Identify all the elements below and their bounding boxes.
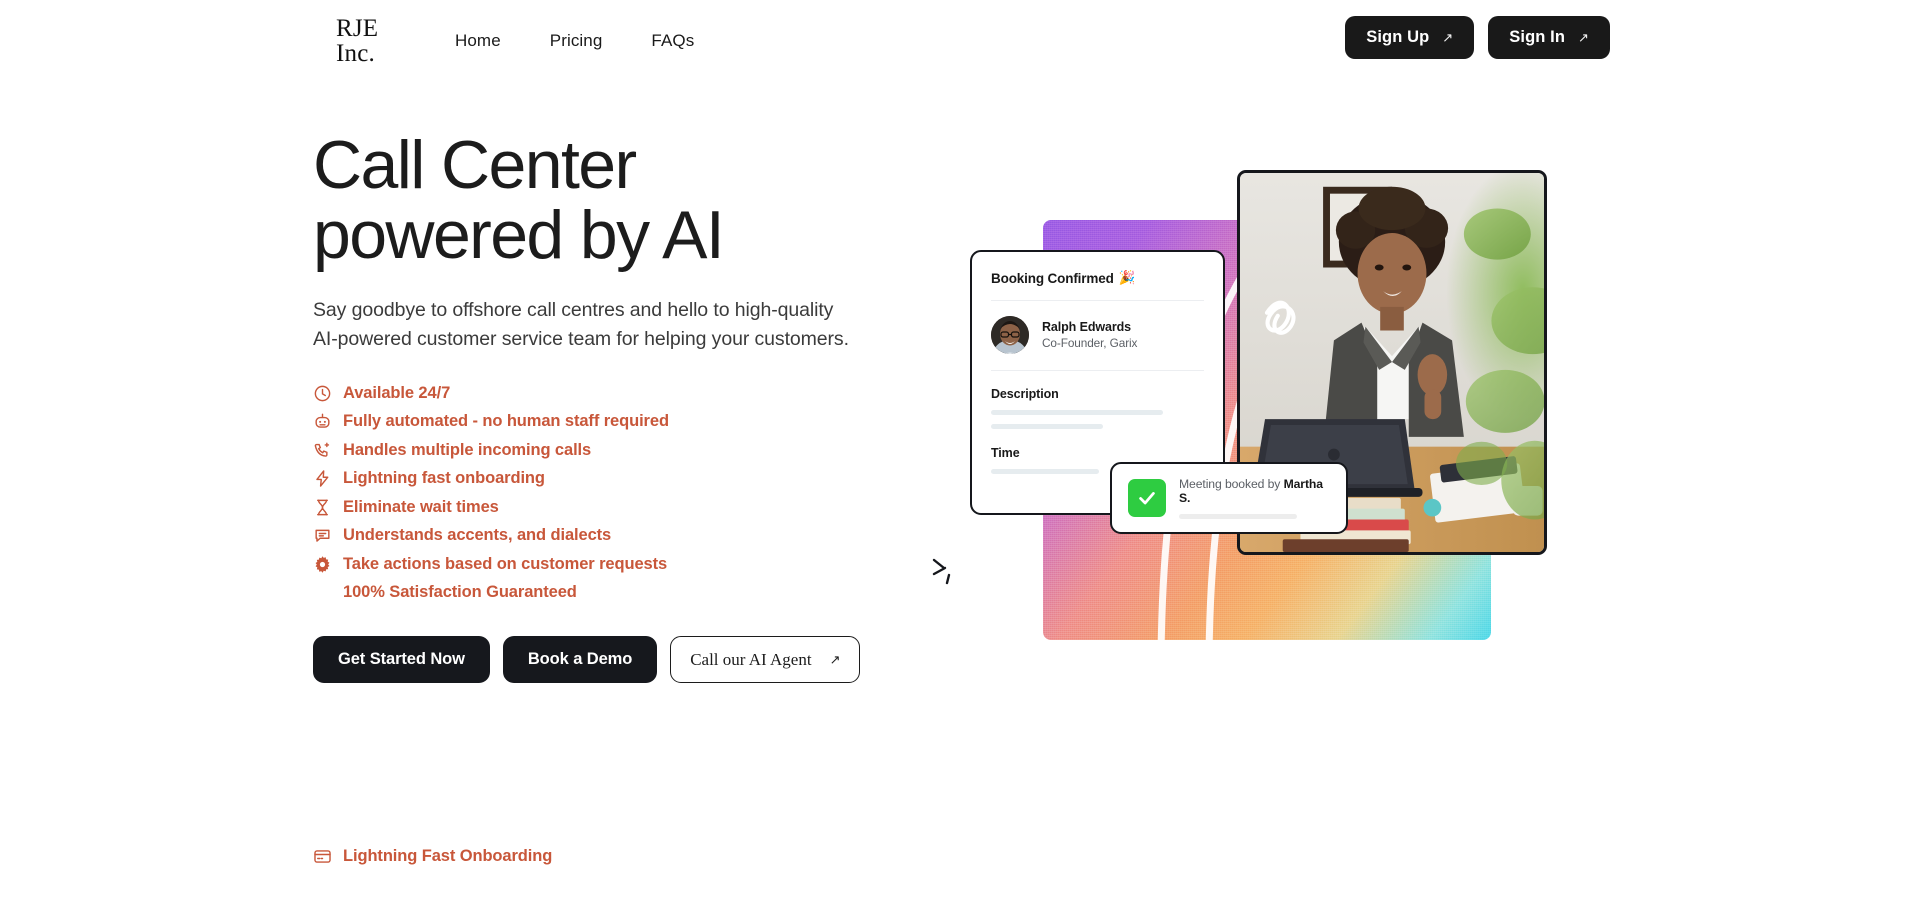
onboarding-strip-item[interactable]: Lightning Fast Onboarding [313,847,552,866]
avatar-photo [991,316,1029,354]
lightning-icon [313,469,332,488]
hourglass-icon [313,498,332,517]
divider [991,370,1204,371]
feature-item-accents-dialects: Understands accents, and dialects [313,522,953,551]
onboarding-strip-label: Lightning Fast Onboarding [343,847,553,865]
feature-label: Fully automated - no human staff require… [343,412,669,431]
sign-up-button[interactable]: Sign Up ↗ [1345,16,1475,59]
logo-line-1: RJE [336,15,379,42]
arrow-up-right-icon: ↗ [1442,29,1454,45]
hero-illustration: Booking Confirmed 🎉 Ralph Edwards Co-Fou… [932,170,1625,690]
meeting-booked-toast: Meeting booked by Martha S. [1110,462,1348,534]
hero-section: Call Center powered by AI Say goodbye to… [313,130,953,683]
booking-card-title: Booking Confirmed 🎉 [991,270,1204,286]
page-title: Call Center powered by AI [313,127,725,273]
nav-item-home[interactable]: Home [455,31,501,51]
book-a-demo-button[interactable]: Book a Demo [502,636,658,683]
feature-item-available-247: Available 24/7 [313,379,953,408]
booking-person: Ralph Edwards Co-Founder, Garix [991,316,1204,354]
feature-label: Handles multiple incoming calls [343,440,592,459]
arrow-up-right-icon: ↗ [1578,29,1589,45]
header-actions: Sign Up ↗ Sign In ↗ [1345,16,1610,59]
feature-item-satisfaction: 100% Satisfaction Guaranteed [313,579,953,608]
avatar [991,316,1029,354]
clock-icon [313,384,332,403]
time-label: Time [991,446,1020,460]
card-icon [313,847,332,866]
skeleton-line [1179,514,1297,519]
feature-label: 100% Satisfaction Guaranteed [343,583,577,602]
toast-message: Meeting booked by Martha S. [1179,477,1330,505]
booking-title-text: Booking Confirmed [991,270,1114,286]
brand-logo[interactable]: RJE Inc. [336,16,378,66]
logo-line-2: Inc. [336,40,375,67]
site-header: RJE Inc. Home Pricing FAQs Sign Up ↗ Sig… [0,0,1920,84]
sign-in-label: Sign In [1509,28,1565,46]
toast-prefix: Meeting booked by [1179,477,1284,491]
arrow-up-right-icon: ↗ [829,651,841,667]
cta-button-row: Get Started Now Book a Demo Call our AI … [313,636,953,683]
hero-subtitle: Say goodbye to offshore call centres and… [313,299,849,350]
sparkle-icon [932,558,951,585]
get-started-button[interactable]: Get Started Now [313,636,490,683]
check-icon [1128,479,1166,517]
nav-item-pricing[interactable]: Pricing [550,31,603,51]
feature-item-take-actions: Take actions based on customer requests [313,550,953,579]
feature-label: Take actions based on customer requests [343,554,668,573]
feature-label: Eliminate wait times [343,497,499,516]
call-ai-agent-label: Call our AI Agent [690,649,812,669]
main-navigation: Home Pricing FAQs [455,31,694,51]
feature-label: Understands accents, and dialects [343,526,612,545]
nav-item-faqs[interactable]: FAQs [651,31,694,51]
feature-item-fully-automated: Fully automated - no human staff require… [313,408,953,437]
feature-label: Lightning fast onboarding [343,469,545,488]
feature-label: Available 24/7 [343,383,451,402]
skeleton-line [991,410,1163,415]
person-role: Co-Founder, Garix [1042,336,1138,350]
skeleton-line [991,469,1099,474]
person-name: Ralph Edwards [1042,320,1131,334]
party-popper-icon: 🎉 [1118,270,1136,285]
feature-item-eliminate-wait: Eliminate wait times [313,493,953,522]
call-ai-agent-button[interactable]: Call our AI Agent ↗ [670,636,861,683]
feature-item-multiple-calls: Handles multiple incoming calls [313,436,953,465]
description-label: Description [991,387,1059,401]
skeleton-line [991,424,1103,429]
gear-icon [313,555,332,574]
sign-up-label: Sign Up [1366,28,1430,46]
chat-bubble-icon [313,526,332,545]
feature-item-fast-onboarding: Lightning fast onboarding [313,465,953,494]
divider [991,300,1204,301]
landing-page: RJE Inc. Home Pricing FAQs Sign Up ↗ Sig… [0,0,1920,919]
sign-in-button[interactable]: Sign In ↗ [1488,16,1610,59]
feature-list: Available 24/7 Fully automated - no huma… [313,379,953,607]
phone-plus-icon [313,441,332,460]
robot-icon [313,412,332,431]
